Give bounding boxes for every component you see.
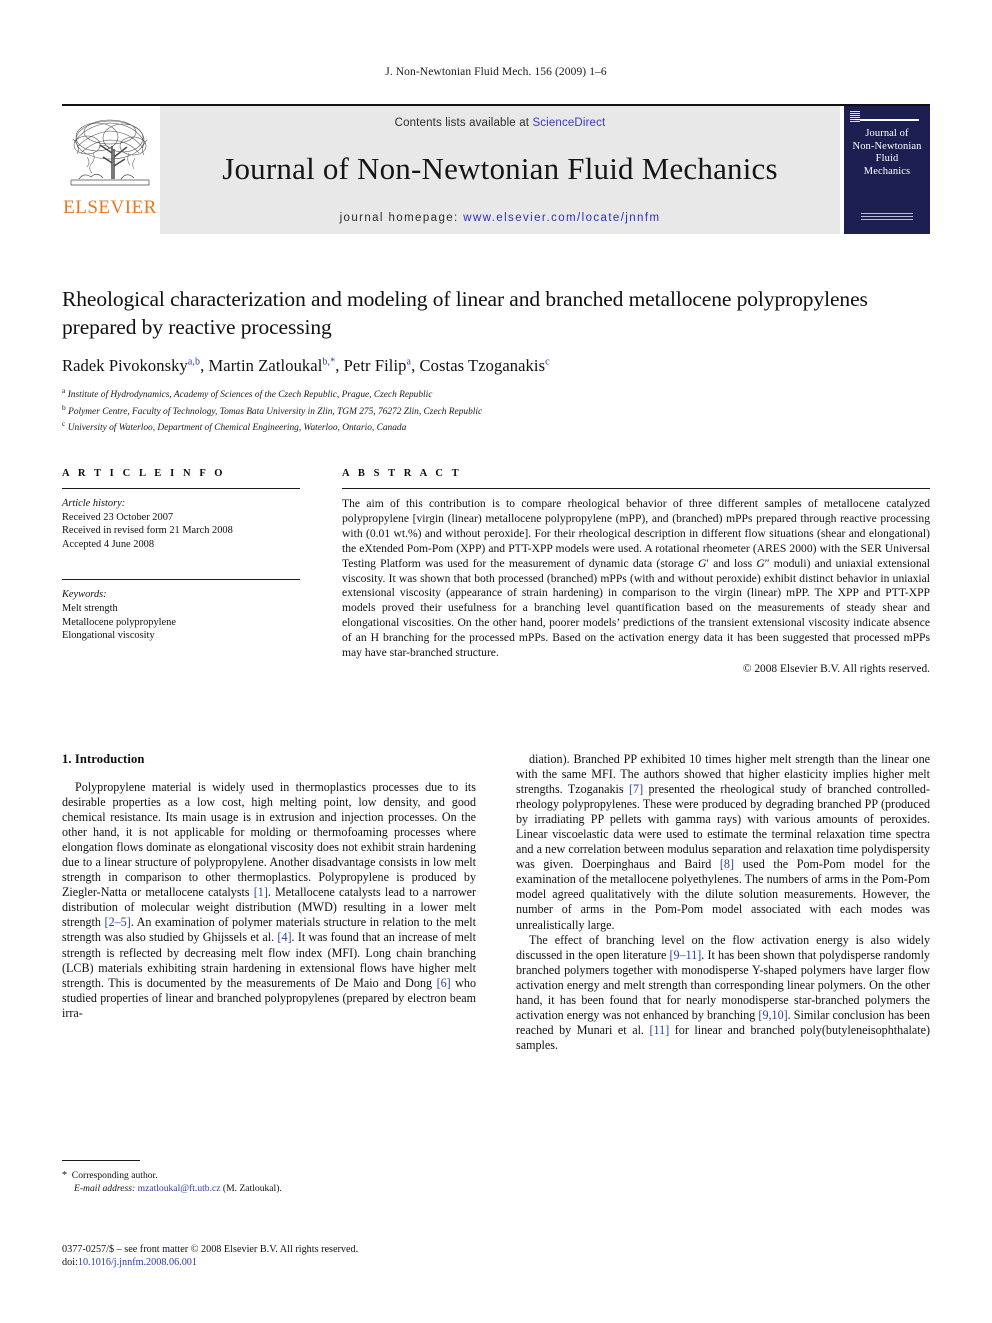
article-history-received: Received 23 October 2007	[62, 511, 174, 523]
cover-title-line-4: Mechanics	[863, 165, 911, 177]
title-block: Rheological characterization and modelin…	[62, 285, 930, 435]
article-history-accepted: Accepted 4 June 2008	[62, 538, 155, 550]
affiliation-list: a Institute of Hydrodynamics, Academy of…	[62, 385, 930, 435]
intro-paragraph-right-2: The effect of branching level on the flo…	[516, 932, 931, 1052]
affiliation-b: b Polymer Centre, Faculty of Technology,…	[62, 402, 930, 419]
affiliation-a: a Institute of Hydrodynamics, Academy of…	[62, 385, 930, 402]
affiliation-marker-b: b	[62, 402, 66, 412]
body-column-right: diation). Branched PP exhibited 10 times…	[516, 752, 930, 1053]
article-history-revised: Received in revised form 21 March 2008	[62, 525, 233, 537]
corresponding-author-line: * Corresponding author.	[62, 1169, 476, 1182]
contents-prefix: Contents lists available at	[394, 117, 533, 129]
article-first-page: J. Non-Newtonian Fluid Mech. 156 (2009) …	[0, 0, 992, 1323]
cover-title-line-2: Non-Newtonian	[852, 140, 922, 152]
elsevier-tree-icon	[70, 119, 150, 186]
article-info-rule-mid	[62, 579, 300, 581]
running-head: J. Non-Newtonian Fluid Mech. 156 (2009) …	[385, 66, 607, 78]
article-info-column: A R T I C L E I N F O Article history: R…	[62, 468, 300, 675]
footnote-block: * Corresponding author. E-mail address: …	[62, 1160, 476, 1195]
affiliation-text-c: University of Waterloo, Department of Ch…	[67, 423, 407, 434]
doi-label: doi:	[62, 1257, 78, 1269]
email-line: E-mail address: mzatloukal@ft.utb.cz (M.…	[62, 1182, 476, 1195]
abstract-column: A B S T R A C T The aim of this contribu…	[342, 468, 930, 675]
cover-publisher-icon	[850, 111, 860, 123]
cover-footer-mark	[861, 213, 913, 220]
cover-title-line-1: Journal of	[865, 128, 909, 139]
affiliation-c: c University of Waterloo, Department of …	[62, 418, 930, 435]
homepage-prefix: journal homepage:	[339, 212, 464, 224]
journal-cover-thumbnail: Journal of Non-Newtonian Fluid Mechanics	[844, 106, 930, 234]
intro-paragraph-right-1: diation). Branched PP exhibited 10 times…	[516, 752, 931, 932]
contents-available-line: Contents lists available at ScienceDirec…	[395, 117, 606, 129]
elsevier-logo: ELSEVIER	[62, 106, 158, 234]
elsevier-wordmark: ELSEVIER	[63, 197, 157, 218]
masthead-center-band: Contents lists available at ScienceDirec…	[160, 106, 840, 234]
journal-homepage-line: journal homepage: www.elsevier.com/locat…	[340, 212, 661, 224]
keywords-label: Keywords:	[62, 589, 107, 601]
body-columns: 1. Introduction Polypropylene material i…	[62, 752, 930, 1053]
affiliation-marker-a: a	[62, 386, 66, 395]
article-info-heading: A R T I C L E I N F O	[62, 468, 226, 479]
imprint-block: 0377-0257/$ – see front matter © 2008 El…	[62, 1243, 562, 1270]
article-title: Rheological characterization and modelin…	[62, 287, 868, 339]
article-history-label: Article history:	[62, 498, 126, 509]
affiliation-marker-c: c	[62, 419, 66, 429]
section-heading-introduction: 1. Introduction	[62, 752, 145, 766]
email-owner: (M. Zatloukal).	[222, 1183, 282, 1194]
abstract-rule	[342, 488, 930, 489]
affiliation-text-a: Institute of Hydrodynamics, Academy of S…	[67, 390, 433, 401]
doi-line: doi:10.1016/j.jnnfm.2008.06.001	[62, 1256, 562, 1269]
abstract-heading: A B S T R A C T	[342, 468, 462, 479]
doi-link[interactable]: 10.1016/j.jnnfm.2008.06.001	[78, 1257, 197, 1268]
sciencedirect-link[interactable]: ScienceDirect	[532, 117, 605, 129]
intro-paragraph-left: Polypropylene material is widely used in…	[62, 780, 477, 1020]
affiliation-text-b: Polymer Centre, Faculty of Technology, T…	[68, 406, 483, 417]
cover-title-line-3: Fluid	[875, 153, 899, 164]
keyword-1: Melt strength	[62, 602, 118, 614]
body-column-left: 1. Introduction Polypropylene material i…	[62, 752, 476, 1053]
footnote-asterisk: *	[62, 1170, 67, 1181]
journal-masthead: ELSEVIER Contents lists available at Sci…	[62, 104, 930, 234]
author-list: Radek Pivokonskya,b, Martin Zatloukalb,*…	[62, 356, 550, 375]
journal-homepage-link[interactable]: www.elsevier.com/locate/jnnfm	[463, 212, 660, 224]
abstract-copyright: © 2008 Elsevier B.V. All rights reserved…	[742, 662, 930, 675]
cover-rule	[855, 119, 919, 121]
keyword-2: Metallocene polypropylene	[62, 616, 176, 628]
footnote-rule	[62, 1160, 140, 1161]
email-link[interactable]: mzatloukal@ft.utb.cz	[138, 1183, 221, 1194]
abstract-text: The aim of this contribution is to compa…	[342, 497, 931, 660]
article-info-rule-top	[62, 488, 300, 489]
email-label: E-mail address:	[74, 1183, 136, 1194]
corresponding-author-text: Corresponding author.	[71, 1170, 158, 1181]
info-and-abstract: A R T I C L E I N F O Article history: R…	[62, 468, 930, 675]
keyword-3: Elongational viscosity	[62, 630, 155, 642]
cover-title: Journal of Non-Newtonian Fluid Mechanics	[853, 128, 922, 178]
issn-copyright-line: 0377-0257/$ – see front matter © 2008 El…	[62, 1244, 359, 1255]
journal-title: Journal of Non-Newtonian Fluid Mechanics	[222, 151, 778, 186]
